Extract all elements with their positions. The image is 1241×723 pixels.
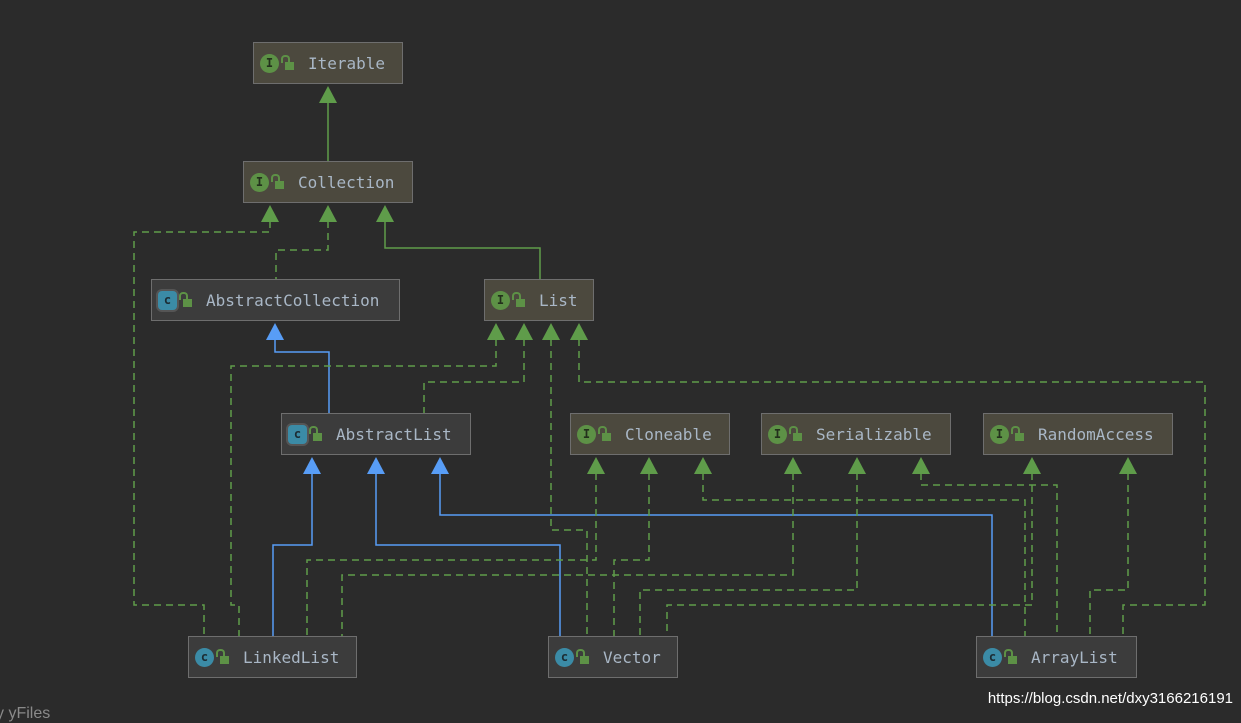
inheritance-arrowhead [912, 457, 930, 474]
node-label: Serializable [816, 424, 932, 444]
node-abstractlist[interactable]: c AbstractList [281, 413, 471, 455]
implements-edge [306, 473, 597, 636]
implements-edge [613, 473, 650, 636]
node-label: Cloneable [625, 424, 712, 444]
node-iterable[interactable]: I Iterable [253, 42, 403, 84]
inheritance-arrowhead [587, 457, 605, 474]
node-linkedlist[interactable]: c LinkedList [188, 636, 357, 678]
node-label: LinkedList [243, 647, 340, 667]
interface-icon: I [577, 424, 596, 444]
implements-edge [578, 339, 1206, 636]
extends-edge [274, 339, 330, 413]
node-label: AbstractCollection [206, 290, 380, 310]
inheritance-arrowhead [848, 457, 866, 474]
implements-edge [275, 221, 329, 279]
interface-icon: I [260, 53, 279, 73]
inheritance-arrowhead [487, 323, 505, 340]
class-icon: c [983, 647, 1002, 667]
implements-edge [550, 339, 588, 636]
inheritance-arrowhead [319, 205, 337, 222]
public-lock-icon [598, 426, 611, 441]
inheritance-arrowhead [303, 457, 321, 474]
inheritance-arrowhead [784, 457, 802, 474]
public-lock-icon [576, 649, 589, 664]
yfiles-credit: y yFiles [0, 705, 51, 722]
extends-edge [439, 473, 993, 636]
implements-edge [702, 473, 1026, 636]
class-icon: c [555, 647, 574, 667]
public-lock-icon [789, 426, 802, 441]
class-icon: c [195, 647, 214, 667]
public-lock-icon [281, 55, 294, 70]
public-lock-icon [309, 426, 322, 441]
public-lock-icon [1011, 426, 1024, 441]
implements-edge [639, 473, 858, 636]
inheritance-arrowhead [261, 205, 279, 222]
inheritance-arrowhead [319, 86, 337, 103]
implements-edge [230, 339, 497, 636]
node-arraylist[interactable]: c ArrayList [976, 636, 1137, 678]
node-label: Iterable [308, 53, 386, 73]
public-lock-icon [1004, 649, 1017, 664]
edges-layer [133, 86, 1206, 636]
interface-icon: I [990, 424, 1009, 444]
implements-edge [423, 339, 525, 413]
interface-icon: I [250, 172, 269, 192]
node-vector[interactable]: c Vector [548, 636, 678, 678]
node-label: ArrayList [1031, 647, 1118, 667]
inheritance-arrowhead [1023, 457, 1041, 474]
implements-edge [1089, 473, 1129, 636]
extends-edge [375, 473, 561, 636]
implements-edge [920, 473, 1058, 636]
abstract-class-icon: c [288, 424, 307, 444]
inheritance-arrowhead [542, 323, 560, 340]
abstract-class-icon: c [158, 290, 177, 310]
extends-edge [272, 473, 313, 636]
node-label: Vector [603, 647, 661, 667]
inheritance-arrowhead [515, 323, 533, 340]
inheritance-arrowhead [570, 323, 588, 340]
inheritance-arrowhead [694, 457, 712, 474]
public-lock-icon [512, 292, 525, 307]
node-label: List [539, 290, 578, 310]
implements-edge [341, 473, 794, 636]
node-abstractcollection[interactable]: c AbstractCollection [151, 279, 400, 321]
public-lock-icon [216, 649, 229, 664]
node-label: Collection [298, 172, 395, 192]
inheritance-arrowhead [431, 457, 449, 474]
inheritance-arrowhead [376, 205, 394, 222]
node-serializable[interactable]: I Serializable [761, 413, 951, 455]
inheritance-arrowhead [266, 323, 284, 340]
public-lock-icon [179, 292, 192, 307]
interface-icon: I [491, 290, 510, 310]
implements-edge [666, 473, 1033, 636]
inheritance-arrowhead [1119, 457, 1137, 474]
node-randomaccess[interactable]: I RandomAccess [983, 413, 1173, 455]
node-collection[interactable]: I Collection [243, 161, 413, 203]
interface-icon: I [768, 424, 787, 444]
node-label: RandomAccess [1038, 424, 1154, 444]
inheritance-arrowhead [640, 457, 658, 474]
watermark: https://blog.csdn.net/dxy3166216191 [987, 690, 1233, 707]
inheritance-arrowhead [367, 457, 385, 474]
node-list[interactable]: I List [484, 279, 594, 321]
node-cloneable[interactable]: I Cloneable [570, 413, 730, 455]
public-lock-icon [271, 174, 284, 189]
node-label: AbstractList [336, 424, 452, 444]
extends-interface-edge [384, 221, 541, 279]
